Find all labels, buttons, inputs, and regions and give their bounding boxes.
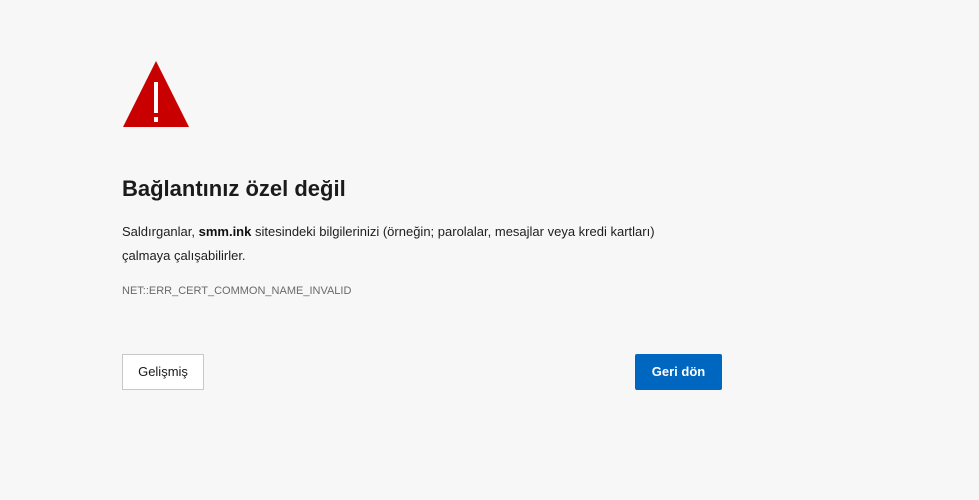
description-suffix-line2: çalmaya çalışabilirler. [122,248,246,263]
page-title: Bağlantınız özel değil [122,176,346,201]
go-back-button[interactable]: Geri dön [635,354,722,390]
error-code: NET::ERR_CERT_COMMON_NAME_INVALID [122,285,352,297]
error-description: Saldırganlar, smm.ink sitesindeki bilgil… [122,220,655,268]
error-page: Bağlantınız özel değil Saldırganlar, smm… [0,0,979,500]
advanced-button[interactable]: Gelişmiş [122,354,204,390]
description-prefix: Saldırganlar, [122,224,199,239]
site-domain: smm.ink [198,224,252,239]
warning-triangle-icon [122,60,190,128]
description-suffix-line1: sitesindeki bilgilerinizi (örneğin; paro… [251,224,655,239]
